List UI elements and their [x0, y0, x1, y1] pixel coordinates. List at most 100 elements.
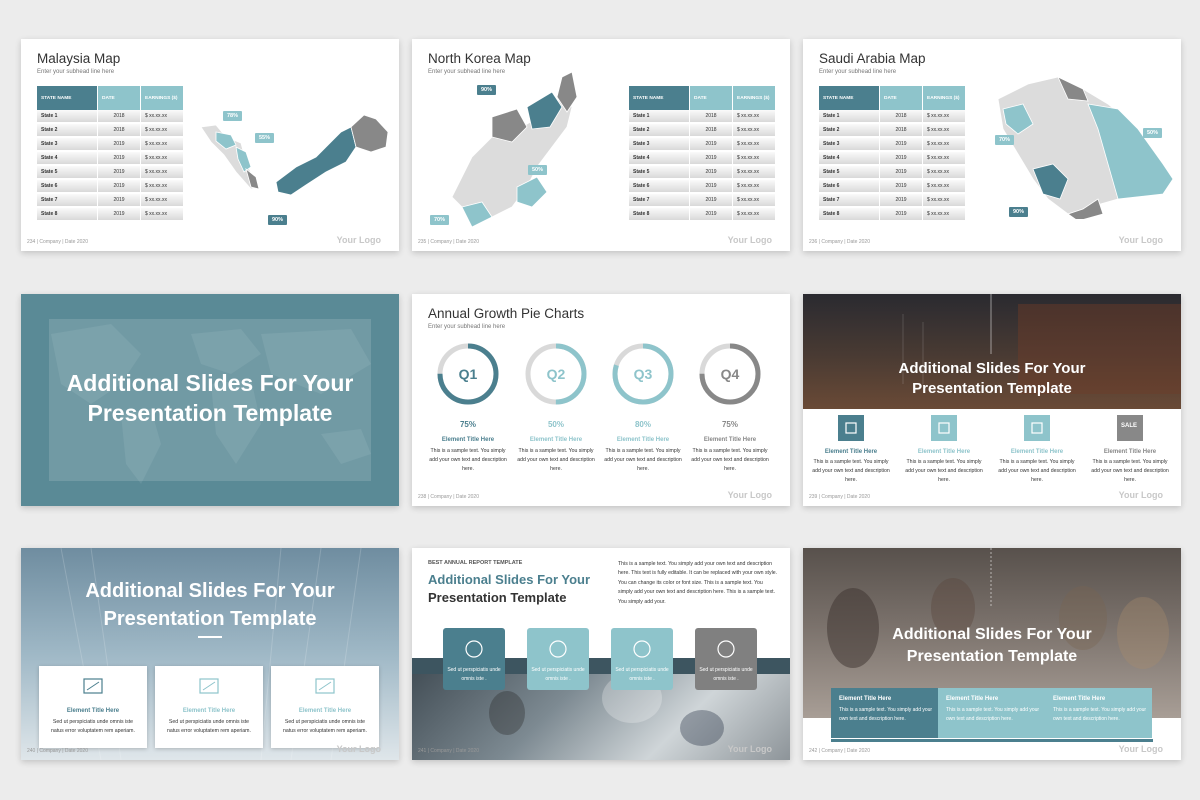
info-card: Element Title Here Sed ut perspiciatis un…: [155, 666, 263, 748]
table-cell: State 8: [819, 207, 880, 222]
report-title-line1: Additional Slides For Your: [428, 572, 591, 587]
hand-money-icon: [717, 640, 735, 658]
ring-chart: Q4: [699, 343, 761, 405]
element-title: Element Title Here: [703, 437, 757, 443]
overlay-title-line1: Additional Slides For Your: [892, 626, 1092, 643]
slide-title: North Korea Map: [428, 51, 531, 66]
element-title: Element Title Here: [1103, 449, 1157, 455]
slide-annual-report[interactable]: BEST ANNUAL REPORT TEMPLATE Additional S…: [412, 548, 790, 760]
slide-footer: 235 | Company | Date 2020: [418, 239, 479, 245]
element-description: This is a sample text. You simply add yo…: [839, 707, 933, 722]
table-header: EARNINGS ($): [732, 86, 776, 110]
table-cell: $ xx.xx.xx: [732, 193, 776, 208]
report-title-line2: Presentation Template: [428, 590, 567, 605]
table-body: State 1 2018 $ xx.xx.xx State 2 2018 $ xx.xx.…: [37, 110, 184, 222]
page-number: 238: [418, 494, 427, 500]
slide-footer: 234 | Company | Date 2020: [27, 239, 88, 245]
slide-title: Malaysia Map: [37, 51, 121, 66]
logo-placeholder: Your Logo: [727, 235, 772, 245]
slide-pie-charts[interactable]: Annual Growth Pie Charts Enter your subh…: [412, 294, 790, 506]
element-title: Element Title Here: [839, 696, 892, 702]
company-date: | Company | Date 2020: [427, 239, 479, 245]
ring-chart: Q3: [612, 343, 674, 405]
table-row: State 4 2019 $ xx.xx.xx: [37, 151, 184, 166]
table-cell: $ xx.xx.xx: [922, 207, 966, 222]
table-cell: $ xx.xx.xx: [140, 137, 184, 152]
info-card: Element Title Here Sed ut perspiciatis un…: [39, 666, 147, 748]
logo-placeholder: Your Logo: [727, 744, 772, 754]
slide-saudi-arabia-map[interactable]: Saudi Arabia Map Enter your subhead line…: [803, 39, 1181, 251]
callout-badge: 90%: [268, 215, 288, 225]
step-box: Sed ut perspiciatis unde omnis iste .: [611, 628, 673, 690]
company-date: | Company | Date 2020: [818, 748, 870, 754]
slide-north-korea-map[interactable]: North Korea Map Enter your subhead line …: [412, 39, 790, 251]
table-cell: 2019: [879, 137, 923, 152]
table-cell: State 2: [37, 123, 98, 138]
table-row: State 5 2019 $ xx.xx.xx: [629, 165, 776, 180]
callout-badge: 70%: [995, 135, 1015, 145]
slide-section-title[interactable]: Additional Slides For Your Presentation …: [21, 294, 399, 506]
table-cell: $ xx.xx.xx: [922, 137, 966, 152]
page-number: 240: [27, 748, 36, 754]
callout-badge: 55%: [255, 133, 275, 143]
table-cell: $ xx.xx.xx: [140, 123, 184, 138]
step-box: Sed ut perspiciatis unde omnis iste .: [527, 628, 589, 690]
table-row: State 3 2019 $ xx.xx.xx: [37, 137, 184, 152]
slide-malaysia-map[interactable]: Malaysia Map Enter your subhead line her…: [21, 39, 399, 251]
table-cell: State 4: [819, 151, 880, 166]
table-cell: 2019: [97, 179, 141, 194]
malaysia-map: [200, 114, 389, 196]
report-icon: [199, 678, 219, 694]
table-header: EARNINGS ($): [922, 86, 966, 110]
table-cell: $ xx.xx.xx: [922, 165, 966, 180]
table-header: STATE NAME: [37, 86, 98, 110]
logo-placeholder: Your Logo: [1118, 235, 1163, 245]
info-band: Element Title Here This is a sample text.…: [831, 688, 938, 738]
ring-chart: Q1: [437, 343, 499, 405]
slide-footer: 241 | Company | Date 2020: [418, 748, 479, 754]
table-cell: State 5: [37, 165, 98, 180]
table-cell: 2019: [689, 165, 733, 180]
element-description: Sed ut perspiciatis unde omnis iste natu…: [283, 719, 367, 734]
slide-photo-icons[interactable]: Additional Slides For Your Presentation …: [803, 294, 1181, 506]
table-cell: $ xx.xx.xx: [922, 179, 966, 194]
page-number: 235: [418, 239, 427, 245]
company-date: | Company | Date 2020: [36, 748, 88, 754]
element-title: Element Title Here: [1053, 696, 1106, 702]
info-card: Element Title Here Sed ut perspiciatis un…: [271, 666, 379, 748]
element-description: This is a sample text. You simply add yo…: [998, 459, 1076, 483]
element-description: This is a sample text. You simply add yo…: [1053, 707, 1147, 722]
rocket-icon: [633, 640, 651, 658]
table-row: State 6 2019 $ xx.xx.xx: [37, 179, 184, 194]
table-cell: State 3: [819, 137, 880, 152]
table-cell: $ xx.xx.xx: [922, 151, 966, 166]
table-row: State 6 2019 $ xx.xx.xx: [819, 179, 966, 194]
element-title: Element Title Here: [441, 437, 495, 443]
page-number: 241: [418, 748, 427, 754]
table-body: State 1 2018 $ xx.xx.xx State 2 2018 $ xx.xx.…: [629, 110, 776, 222]
table-cell: 2019: [879, 193, 923, 208]
table-cell: 2019: [97, 207, 141, 222]
table-cell: 2019: [97, 165, 141, 180]
element-title: Element Title Here: [616, 437, 670, 443]
table-row: State 4 2019 $ xx.xx.xx: [629, 151, 776, 166]
callout-badge: 50%: [1143, 128, 1163, 138]
table-cell: 2019: [879, 179, 923, 194]
table-row: State 8 2019 $ xx.xx.xx: [629, 207, 776, 222]
table-header: DATE: [689, 86, 733, 110]
slide-building-cards[interactable]: Additional Slides For Your Presentation …: [21, 548, 399, 760]
element-title: Element Title Here: [298, 708, 352, 714]
page-number: 239: [809, 494, 818, 500]
table-header: EARNINGS ($): [140, 86, 184, 110]
table-cell: $ xx.xx.xx: [732, 123, 776, 138]
callout-badge: 50%: [528, 165, 548, 175]
table-cell: State 8: [37, 207, 98, 222]
overlay-title-line2: Presentation Template: [103, 608, 317, 630]
table-cell: State 8: [629, 207, 690, 222]
table-cell: State 3: [37, 137, 98, 152]
element-title: Element Title Here: [946, 696, 999, 702]
step-text: Sed ut perspiciatis unde omnis iste .: [447, 667, 501, 682]
table-header: STATE NAME: [629, 86, 690, 110]
slide-meeting-bands[interactable]: Additional Slides For Your Presentation …: [803, 548, 1181, 760]
overlay-title-line2: Presentation Template: [906, 648, 1078, 665]
